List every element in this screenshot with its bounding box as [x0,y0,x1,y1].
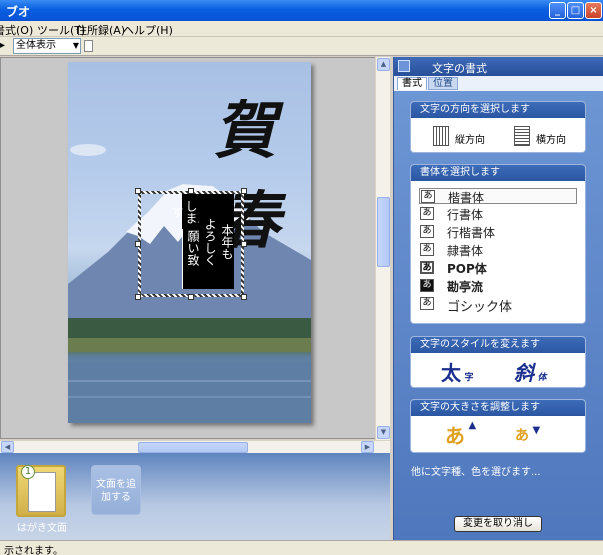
scroll-right-icon[interactable]: ▶ [361,441,374,453]
title-bar: ブオ _ □ × [0,0,603,21]
horizontal-scroll-thumb[interactable] [138,442,248,453]
font-name: ゴシック体 [447,300,513,315]
font-item-gothic[interactable]: あ ゴシック体 [419,296,577,315]
panel-header: 文字の書式 [394,57,603,76]
size-up-icon: ▲ [468,420,477,431]
font-sample-icon: あ [420,261,434,274]
font-sample-icon: あ [420,225,434,238]
font-sample-icon: あ [421,190,435,203]
status-text: 示されます。 [4,546,63,555]
resize-handle-n[interactable] [188,188,194,194]
font-name: POP体 [447,262,487,276]
size-section: 文字の大きさを調整します あ ▲ あ ▼ [410,399,586,453]
resize-handle-ne[interactable] [241,188,247,194]
vertical-scroll-thumb[interactable] [377,197,390,267]
more-options-link[interactable]: 他に文字種、色を選びます... [411,463,541,478]
font-sample-icon: あ [420,297,434,310]
resize-handle-e[interactable] [241,241,247,247]
font-name: 行楷書体 [447,226,496,240]
resize-handle-s[interactable] [188,294,194,300]
larger-glyph: あ [445,424,465,448]
menu-help[interactable]: ヘルプ(H) [123,22,173,38]
font-name: 隷書体 [447,244,484,258]
direction-section: 文字の方向を選択します 縦方向 横方向 [410,101,586,153]
page-icon[interactable] [84,40,93,52]
font-item-pop[interactable]: あ POP体 [419,260,577,276]
tab-position[interactable]: 位置 [428,77,458,90]
panel-title: 文字の書式 [432,62,487,75]
close-button[interactable]: × [585,2,602,19]
scroll-down-icon[interactable]: ▼ [377,426,390,439]
size-section-title: 文字の大きさを調整します [411,400,585,416]
bold-sub-label: 字 [464,373,474,383]
resize-handle-nw[interactable] [135,188,141,194]
page-thumbnail-front[interactable]: 1 [16,465,66,517]
resize-handle-w[interactable] [135,241,141,247]
greeting-char-1[interactable]: 賀 [214,80,276,170]
increase-size-button[interactable]: あ ▲ [445,420,476,449]
scroll-up-icon[interactable]: ▲ [377,58,390,71]
italic-sub-label: 体 [537,373,547,383]
minimize-button[interactable]: _ [549,2,566,19]
menu-address-book[interactable]: 住所録(A) [76,22,125,38]
font-name: 勘亭流 [447,280,484,294]
resize-handle-sw[interactable] [135,294,141,300]
vertical-text-icon[interactable] [433,126,449,146]
page-number-badge: 1 [21,465,35,479]
view-zoom-select[interactable]: 全体表示 ▼ [13,38,81,54]
font-item-gyokai[interactable]: あ 行楷書体 [419,224,577,240]
panel-tabs: 書式 位置 [394,76,603,91]
decrease-size-button[interactable]: あ ▼ [515,425,540,445]
window-title: ブオ [6,5,31,19]
font-name: 楷書体 [448,191,485,205]
vertical-option[interactable]: 縦方向 [455,131,485,146]
text-format-panel: 文字の書式 書式 位置 文字の方向を選択します 縦方向 横方向 書体を選択します… [393,57,603,540]
style-section-title: 文字のスタイルを変えます [411,337,585,353]
bold-main-label: 太 [441,361,461,385]
italic-button[interactable]: 斜 体 [514,357,547,386]
direction-section-title: 文字の方向を選択します [411,102,585,118]
italic-main-label: 斜 [514,361,534,385]
vertical-scrollbar[interactable]: ▲ ▼ [375,57,390,440]
view-zoom-value: 全体表示 [16,40,56,51]
font-sample-icon: あ [420,243,434,256]
style-section: 文字のスタイルを変えます 太 字 斜 体 [410,336,586,388]
scroll-left-icon[interactable]: ◀ [1,441,14,453]
chevron-down-icon: ▼ [72,41,79,50]
font-sample-icon: あ [420,207,434,220]
add-page-button[interactable]: 文面を追加する [91,465,141,515]
page-thumbnail-strip: 1 はがき文面 文面を追加する [0,453,390,540]
menu-bar: 書式(O) ツール(T) 住所録(A) ヘルプ(H) [0,21,603,37]
maximize-button[interactable]: □ [567,2,584,19]
page-thumbnail-label: はがき文面 [17,523,67,534]
font-section-title: 書体を選択します [411,165,585,181]
bold-button[interactable]: 太 字 [441,357,474,386]
font-sample-icon: あ [420,279,434,292]
size-down-icon: ▼ [532,425,541,436]
tab-format[interactable]: 書式 [397,77,427,90]
toolbar: ▸ 全体表示 ▼ [0,37,603,56]
font-item-kanteiryu[interactable]: あ 勘亭流 [419,278,577,294]
smaller-glyph: あ [515,428,529,444]
horizontal-text-icon[interactable] [514,126,530,146]
font-section: 書体を選択します あ 楷書体 あ 行書体 あ 行楷書体 あ 隷書体 あ POP体… [410,164,586,324]
font-item-reisho[interactable]: あ 隷書体 [419,242,577,258]
horizontal-option[interactable]: 横方向 [536,131,566,146]
font-item-gyosho[interactable]: あ 行書体 [419,206,577,222]
status-bar: 示されます。 [0,540,603,555]
menu-format[interactable]: 書式(O) [0,22,33,38]
horizontal-scrollbar[interactable]: ◀ ▶ [0,440,390,453]
postcard-preview[interactable]: 賀 春 本年も よろしく お願い致 します [68,62,311,423]
postcard-thumbnail-icon [28,472,56,512]
font-item-kaisho[interactable]: あ 楷書体 [419,188,577,205]
font-name: 行書体 [447,208,484,222]
resize-handle-se[interactable] [241,294,247,300]
toolbar-arrow-icon[interactable]: ▸ [0,40,5,51]
undo-changes-button[interactable]: 変更を取り消し [454,516,542,532]
panel-toggle-icon[interactable] [398,60,410,72]
selection-frame[interactable] [138,191,244,297]
